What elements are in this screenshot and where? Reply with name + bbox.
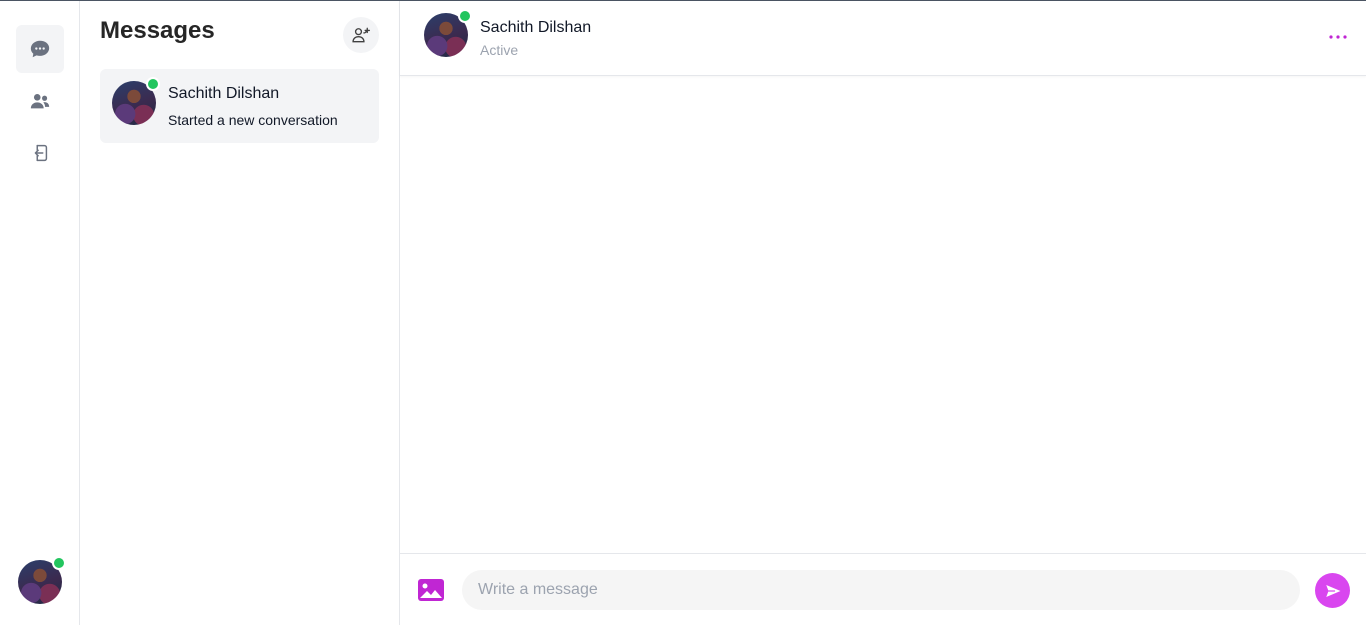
contact-status: Active — [480, 42, 519, 58]
message-composer — [400, 553, 1366, 625]
online-indicator — [458, 9, 472, 23]
more-options-button[interactable] — [1324, 25, 1352, 49]
avatar — [18, 556, 66, 604]
send-button[interactable] — [1315, 573, 1350, 608]
page-title: Messages — [100, 17, 215, 44]
nav-chats-button[interactable] — [16, 25, 64, 73]
contact-name: Sachith Dilshan — [480, 19, 592, 36]
online-indicator — [146, 77, 160, 91]
new-conversation-button[interactable] — [343, 17, 379, 53]
conversation-preview: Started a new conversation — [168, 112, 338, 128]
current-user-avatar[interactable] — [18, 556, 66, 604]
chat-bubble-icon — [30, 40, 50, 58]
chat-panel: Sachith Dilshan Active — [400, 1, 1366, 625]
upload-image-button[interactable] — [417, 578, 445, 602]
nav-logout-button[interactable] — [16, 129, 64, 177]
app-root: Messages Sachith Dilshan Started a new c… — [0, 0, 1366, 625]
add-user-icon — [352, 27, 370, 43]
contact-avatar[interactable] — [424, 9, 472, 57]
send-icon — [1325, 584, 1340, 597]
chat-header: Sachith Dilshan Active — [400, 1, 1366, 76]
online-indicator — [52, 556, 66, 570]
conversation-item[interactable]: Sachith Dilshan Started a new conversati… — [100, 69, 379, 143]
avatar — [112, 77, 160, 125]
image-icon — [418, 579, 444, 601]
nav-rail — [0, 1, 80, 625]
conversation-name: Sachith Dilshan — [168, 85, 280, 102]
conversation-list-panel: Messages Sachith Dilshan Started a new c… — [80, 1, 400, 625]
nav-users-button[interactable] — [16, 77, 64, 125]
users-icon — [30, 94, 50, 109]
more-dots-icon — [1329, 35, 1347, 39]
message-input[interactable] — [462, 570, 1300, 610]
logout-icon — [34, 144, 48, 162]
message-list[interactable] — [400, 77, 1366, 553]
